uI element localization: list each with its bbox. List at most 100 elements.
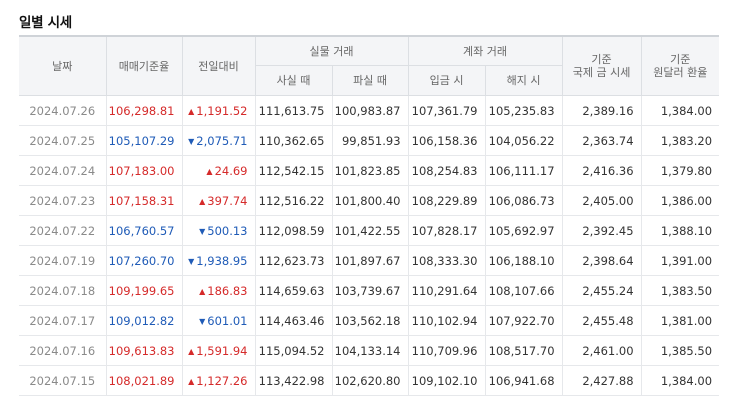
cell-change: ▼ 601.01 <box>181 305 256 336</box>
cell-intl-gold: 2,455.24 <box>561 275 642 306</box>
cell-price: 107,183.00 <box>105 155 183 186</box>
cell-sell: 101,823.85 <box>331 155 409 186</box>
col-header-intl-gold: 기준 국제 금 시세 <box>561 35 642 96</box>
cell-intl-gold: 2,405.00 <box>561 185 642 216</box>
cell-fx: 1,386.00 <box>640 185 720 216</box>
cell-change: ▼ 1,938.95 <box>181 245 256 276</box>
daily-price-table: 날짜 매매기준율 전일대비 실물 거래 계좌 거래 기준 국제 금 시세 기준 … <box>19 35 720 396</box>
cell-change: ▲ 1,127.26 <box>181 365 256 396</box>
cell-date: 2024.07.22 <box>19 215 107 246</box>
cell-intl-gold: 2,455.48 <box>561 305 642 336</box>
cell-deposit: 108,229.89 <box>407 185 486 216</box>
cell-fx: 1,383.20 <box>640 125 720 156</box>
cell-sell: 104,133.14 <box>331 335 409 366</box>
table-row: 2024.07.26 106,298.81 ▲ 1,191.52 111,613.75 1… <box>19 95 720 126</box>
change-value: 1,938.95 <box>196 253 248 268</box>
cell-deposit: 107,828.17 <box>407 215 486 246</box>
cell-date: 2024.07.15 <box>19 365 107 396</box>
cell-fx: 1,384.00 <box>640 365 720 396</box>
cell-intl-gold: 2,398.64 <box>561 245 642 276</box>
cell-withdraw: 108,517.70 <box>484 335 563 366</box>
cell-withdraw: 105,692.97 <box>484 215 563 246</box>
change-value: 500.13 <box>207 223 248 238</box>
cell-deposit: 110,709.96 <box>407 335 486 366</box>
cell-buy: 112,623.73 <box>254 245 333 276</box>
cell-deposit: 107,361.79 <box>407 95 486 126</box>
cell-sell: 100,983.87 <box>331 95 409 126</box>
cell-price: 105,107.29 <box>105 125 183 156</box>
col-header-price: 매매기준율 <box>105 35 183 96</box>
cell-sell: 102,620.80 <box>331 365 409 396</box>
col-header-change: 전일대비 <box>181 35 256 96</box>
cell-fx: 1,385.50 <box>640 335 720 366</box>
change-value: 397.74 <box>207 193 248 208</box>
change-value: 2,075.71 <box>196 133 248 148</box>
cell-date: 2024.07.18 <box>19 275 107 306</box>
section-title: 일별 시세 <box>19 15 72 31</box>
cell-sell: 101,422.55 <box>331 215 409 246</box>
cell-date: 2024.07.19 <box>19 245 107 276</box>
col-header-fx-line1: 기준 <box>670 53 691 66</box>
table-row: 2024.07.22 106,760.57 ▼ 500.13 112,098.59 101… <box>19 215 720 246</box>
cell-date: 2024.07.26 <box>19 95 107 126</box>
cell-buy: 113,422.98 <box>254 365 333 396</box>
cell-intl-gold: 2,392.45 <box>561 215 642 246</box>
cell-change: ▲ 1,191.52 <box>181 95 256 126</box>
triangle-up-icon: ▲ <box>199 286 206 296</box>
cell-intl-gold: 2,427.88 <box>561 365 642 396</box>
triangle-up-icon: ▲ <box>206 166 213 176</box>
triangle-up-icon: ▲ <box>199 196 206 206</box>
cell-sell: 103,562.18 <box>331 305 409 336</box>
cell-buy: 110,362.65 <box>254 125 333 156</box>
col-header-date: 날짜 <box>19 35 107 96</box>
triangle-down-icon: ▼ <box>199 226 206 236</box>
cell-buy: 112,516.22 <box>254 185 333 216</box>
cell-change: ▲ 186.83 <box>181 275 256 306</box>
col-header-fx: 기준 원달러 환율 <box>640 35 720 96</box>
col-header-buy: 사실 때 <box>255 65 333 96</box>
cell-fx: 1,391.00 <box>640 245 720 276</box>
cell-withdraw: 106,188.10 <box>484 245 563 276</box>
table-row: 2024.07.19 107,260.70 ▼ 1,938.95 112,623.73 1… <box>19 245 720 276</box>
triangle-up-icon: ▲ <box>188 106 195 116</box>
table-row: 2024.07.18 109,199.65 ▲ 186.83 114,659.63 103… <box>19 275 720 306</box>
daily-price-section: 일별 시세 날짜 매매기준율 전일대비 실물 거래 계좌 거래 기준 국제 금 … <box>0 0 740 401</box>
cell-fx: 1,388.10 <box>640 215 720 246</box>
cell-withdraw: 106,111.17 <box>484 155 563 186</box>
cell-price: 107,260.70 <box>105 245 183 276</box>
cell-price: 109,613.83 <box>105 335 183 366</box>
cell-deposit: 110,102.94 <box>407 305 486 336</box>
cell-price: 107,158.31 <box>105 185 183 216</box>
change-value: 1,191.52 <box>196 103 248 118</box>
cell-price: 106,760.57 <box>105 215 183 246</box>
table-row: 2024.07.23 107,158.31 ▲ 397.74 112,516.22 101… <box>19 185 720 216</box>
table-row: 2024.07.17 109,012.82 ▼ 601.01 114,463.46 103… <box>19 305 720 336</box>
cell-intl-gold: 2,416.36 <box>561 155 642 186</box>
triangle-up-icon: ▲ <box>188 346 195 356</box>
cell-buy: 111,613.75 <box>254 95 333 126</box>
cell-price: 106,298.81 <box>105 95 183 126</box>
cell-withdraw: 105,235.83 <box>484 95 563 126</box>
cell-change: ▼ 500.13 <box>181 215 256 246</box>
cell-buy: 112,098.59 <box>254 215 333 246</box>
cell-buy: 115,094.52 <box>254 335 333 366</box>
cell-deposit: 108,333.30 <box>407 245 486 276</box>
cell-date: 2024.07.23 <box>19 185 107 216</box>
change-value: 1,127.26 <box>196 373 248 388</box>
cell-buy: 114,463.46 <box>254 305 333 336</box>
cell-date: 2024.07.16 <box>19 335 107 366</box>
cell-sell: 103,739.67 <box>331 275 409 306</box>
change-value: 186.83 <box>207 283 248 298</box>
cell-change: ▼ 2,075.71 <box>181 125 256 156</box>
cell-price: 109,012.82 <box>105 305 183 336</box>
cell-date: 2024.07.17 <box>19 305 107 336</box>
cell-withdraw: 107,922.70 <box>484 305 563 336</box>
cell-deposit: 110,291.64 <box>407 275 486 306</box>
table-row: 2024.07.16 109,613.83 ▲ 1,591.94 115,094.52 1… <box>19 335 720 366</box>
cell-withdraw: 108,107.66 <box>484 275 563 306</box>
table-header: 날짜 매매기준율 전일대비 실물 거래 계좌 거래 기준 국제 금 시세 기준 … <box>19 35 720 96</box>
change-value: 601.01 <box>207 313 248 328</box>
cell-withdraw: 104,056.22 <box>484 125 563 156</box>
triangle-down-icon: ▼ <box>188 256 195 266</box>
table-row: 2024.07.24 107,183.00 ▲ 24.69 112,542.15 101,… <box>19 155 720 186</box>
